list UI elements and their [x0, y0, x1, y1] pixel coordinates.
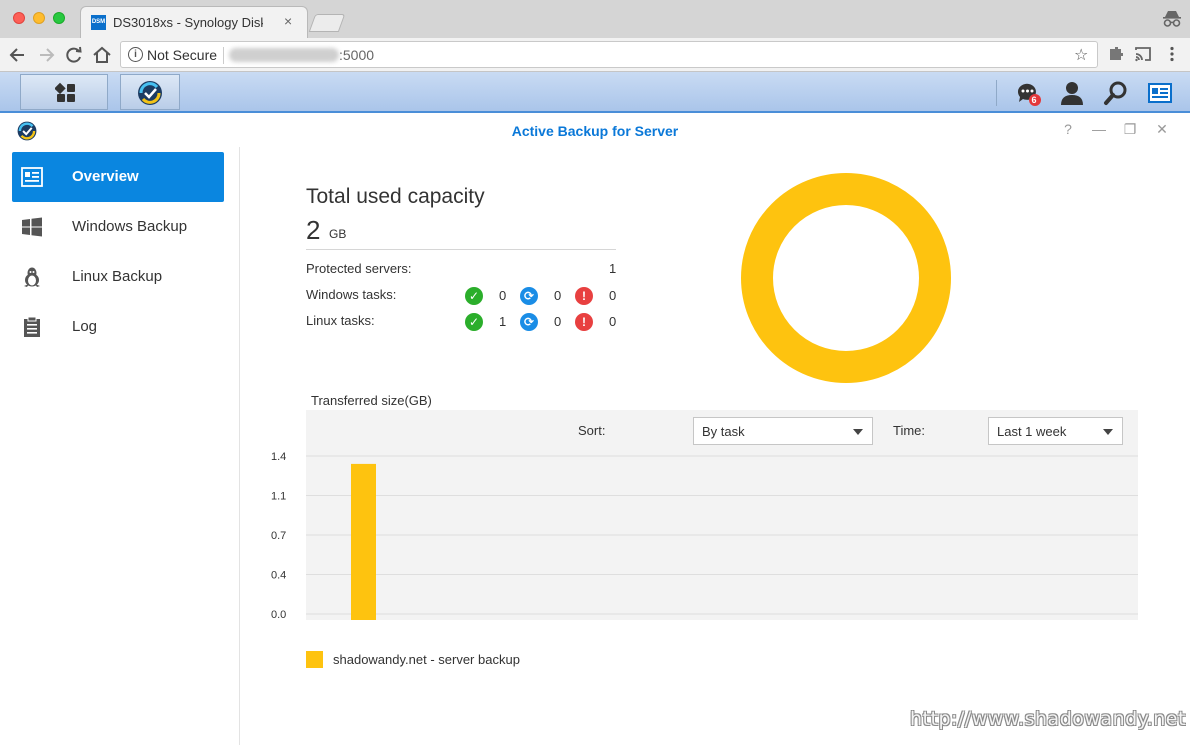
- address-separator: [223, 47, 224, 64]
- browser-toolbar: i Not Secure :5000 ☆: [0, 38, 1190, 72]
- main-menu-button[interactable]: [20, 74, 108, 110]
- sort-select[interactable]: By task: [693, 417, 873, 445]
- sidebar-item-label: Overview: [72, 168, 139, 185]
- dsm-taskbar: 6: [0, 72, 1190, 113]
- app-titlebar: Active Backup for Server ? — ❐ ✕: [0, 115, 1190, 147]
- browser-tab[interactable]: DSM DS3018xs - Synology DiskStat ×: [80, 6, 308, 38]
- time-label: Time:: [893, 423, 926, 438]
- active-backup-app-icon: [138, 81, 162, 105]
- y-tick-label: 0.7: [271, 530, 286, 542]
- bookmark-star-icon[interactable]: ☆: [1074, 45, 1088, 65]
- sidebar-item-log[interactable]: Log: [12, 302, 224, 352]
- app-title: Active Backup for Server: [511, 123, 679, 139]
- y-tick-label: 0.4: [271, 570, 286, 582]
- running-icon: ⟳: [520, 313, 538, 331]
- windows-tasks-label: Windows tasks:: [306, 287, 397, 302]
- linux-penguin-icon: [24, 267, 40, 287]
- blurred-host: [229, 48, 339, 62]
- taskbar-separator: [996, 80, 997, 106]
- sidebar-item-linux-backup[interactable]: Linux Backup: [12, 252, 224, 302]
- chevron-down-icon: [1103, 429, 1113, 435]
- main-menu-icon: [55, 82, 75, 102]
- capacity-title: Total used capacity: [306, 185, 485, 208]
- restore-button[interactable]: ❐: [1122, 121, 1138, 139]
- error-icon: !: [575, 313, 593, 331]
- incognito-icon: [1163, 11, 1181, 27]
- y-tick-label: 0.0: [271, 609, 286, 621]
- chevron-down-icon: [853, 429, 863, 435]
- capacity-unit: GB: [329, 227, 347, 241]
- overview-icon: [21, 167, 43, 187]
- menu-kebab-icon[interactable]: [1163, 45, 1181, 63]
- capacity-donut-chart: [741, 173, 951, 383]
- overview-panel: Total used capacity 2 GB Protected serve…: [241, 147, 1190, 745]
- success-icon: ✓: [465, 313, 483, 331]
- linux-running-count: 0: [554, 314, 562, 329]
- browser-tabstrip: DSM DS3018xs - Synology DiskStat ×: [0, 0, 1190, 38]
- new-tab-button[interactable]: [308, 14, 346, 32]
- active-backup-taskbar-button[interactable]: [120, 74, 180, 110]
- legend-swatch: [306, 651, 323, 668]
- sidebar-item-label: Log: [72, 318, 98, 335]
- back-icon[interactable]: [7, 44, 29, 66]
- error-icon: !: [575, 287, 593, 305]
- forward-icon[interactable]: [35, 44, 57, 66]
- info-icon[interactable]: i: [128, 47, 143, 62]
- windows-ok-count: 0: [499, 288, 507, 303]
- sort-label: Sort:: [578, 423, 606, 438]
- close-button[interactable]: ✕: [1154, 121, 1170, 139]
- protected-servers-label: Protected servers:: [306, 261, 412, 276]
- legend-label: shadowandy.net - server backup: [333, 652, 520, 667]
- windows-icon: [22, 217, 42, 237]
- dsm-favicon-icon: DSM: [91, 15, 106, 30]
- protected-servers-value: 1: [609, 261, 617, 276]
- window-maximize-button[interactable]: [53, 12, 65, 24]
- address-bar[interactable]: i Not Secure :5000 ☆: [120, 41, 1098, 68]
- tab-close-icon[interactable]: ×: [284, 13, 292, 29]
- watermark: http://www.shadowandy.net: [910, 708, 1186, 730]
- time-select[interactable]: Last 1 week: [988, 417, 1123, 445]
- windows-running-count: 0: [554, 288, 562, 303]
- sidebar-item-overview[interactable]: Overview: [12, 152, 224, 202]
- reload-icon[interactable]: [63, 44, 85, 66]
- sidebar: Overview Windows Backup Linux Backup Log: [0, 147, 240, 745]
- capacity-donut-ring: [741, 173, 951, 383]
- chart-toolbar: Sort: By task Time: Last 1 week: [306, 410, 1138, 450]
- security-label[interactable]: Not Secure: [147, 47, 217, 63]
- cast-icon[interactable]: [1134, 45, 1152, 63]
- time-select-value: Last 1 week: [997, 424, 1067, 439]
- user-icon[interactable]: [1059, 80, 1085, 106]
- search-icon[interactable]: [1103, 80, 1129, 106]
- linux-error-count: 0: [609, 314, 617, 329]
- sidebar-item-label: Windows Backup: [72, 218, 188, 235]
- tab-title: DS3018xs - Synology DiskStat: [113, 15, 263, 30]
- window-minimize-button[interactable]: [33, 12, 45, 24]
- y-tick-label: 1.4: [271, 451, 286, 463]
- chart-bar: [351, 463, 376, 620]
- running-icon: ⟳: [520, 287, 538, 305]
- window-close-button[interactable]: [13, 12, 25, 24]
- capacity-divider: [306, 249, 616, 250]
- help-button[interactable]: ?: [1060, 121, 1076, 139]
- windows-error-count: 0: [609, 288, 617, 303]
- transferred-size-chart: 0.0 0.4 0.7 1.1 1.4: [271, 450, 1138, 621]
- url-port: :5000: [339, 47, 375, 63]
- sort-select-value: By task: [702, 424, 745, 439]
- sidebar-item-windows-backup[interactable]: Windows Backup: [12, 202, 224, 252]
- capacity-value: 2: [306, 215, 321, 245]
- linux-tasks-label: Linux tasks:: [306, 313, 375, 328]
- extension-icon[interactable]: [1107, 45, 1125, 63]
- sidebar-item-label: Linux Backup: [72, 268, 163, 285]
- clipboard-log-icon: [24, 317, 40, 337]
- linux-ok-count: 1: [499, 314, 507, 329]
- notification-count-badge: 6: [1031, 95, 1037, 105]
- widgets-icon[interactable]: [1147, 80, 1173, 106]
- chart-title: Transferred size(GB): [311, 393, 432, 408]
- y-tick-label: 1.1: [271, 491, 286, 503]
- success-icon: ✓: [465, 287, 483, 305]
- home-icon[interactable]: [91, 44, 113, 66]
- minimize-button[interactable]: —: [1091, 121, 1107, 139]
